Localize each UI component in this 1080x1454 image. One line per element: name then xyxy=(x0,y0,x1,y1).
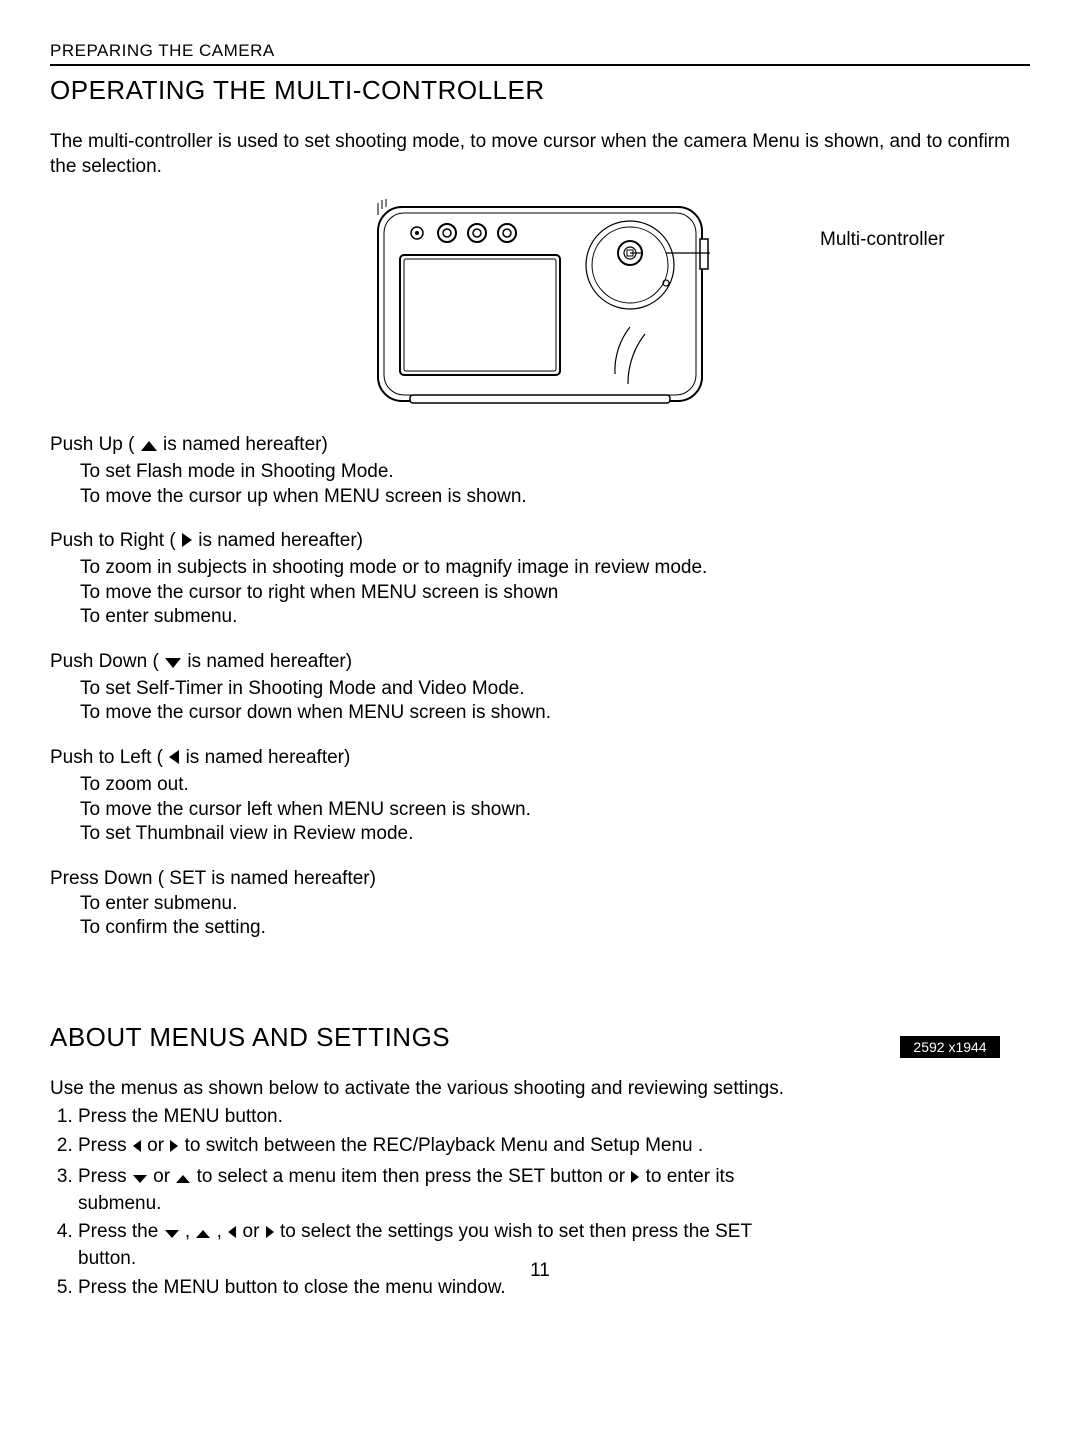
text: Press xyxy=(78,1135,132,1156)
text: To confirm the setting. xyxy=(80,916,1030,941)
down-arrow-icon xyxy=(164,652,182,677)
text: To set Thumbnail view in Review mode. xyxy=(80,822,1030,847)
text: Push to Left ( xyxy=(50,747,168,768)
page-title-1: OPERATING THE MULTI-CONTROLLER xyxy=(50,74,1030,108)
right-arrow-icon xyxy=(265,1222,275,1247)
text: or xyxy=(153,1166,175,1187)
text: To move the cursor down when MENU screen… xyxy=(80,701,1030,726)
up-arrow-icon xyxy=(195,1222,211,1247)
text: or xyxy=(243,1221,265,1242)
right-arrow-icon xyxy=(169,1136,179,1161)
text: Push to Right ( xyxy=(50,530,181,551)
push-up-block: Push Up ( is named hereafter) To set Fla… xyxy=(50,433,1030,509)
text: To set Self-Timer in Shooting Mode and V… xyxy=(80,677,1030,702)
up-arrow-icon xyxy=(140,435,158,460)
resolution-badge: 2592 x1944 xyxy=(900,1036,1000,1058)
text: Push Down ( xyxy=(50,651,164,672)
push-right-block: Push to Right ( is named hereafter) To z… xyxy=(50,529,1030,630)
left-arrow-icon xyxy=(168,748,180,773)
callout-label: Multi-controller xyxy=(820,228,945,253)
section-header: PREPARING THE CAMERA xyxy=(50,40,1030,66)
text: to switch between the REC/Playback Menu … xyxy=(185,1135,704,1156)
page-number: 11 xyxy=(0,1259,1080,1284)
text: , xyxy=(185,1221,196,1242)
text: To zoom in subjects in shooting mode or … xyxy=(80,556,1030,581)
text: , xyxy=(217,1221,228,1242)
text: To set Flash mode in Shooting Mode. xyxy=(80,460,1030,485)
text: Use the menus as shown below to activate… xyxy=(50,1077,1030,1102)
page-title-2: ABOUT MENUS AND SETTINGS xyxy=(50,1021,1030,1055)
down-arrow-icon xyxy=(164,1222,180,1247)
step-1: Press the MENU button. xyxy=(78,1105,758,1130)
text: to select a menu item then press the SET… xyxy=(197,1166,631,1187)
text: is named hereafter) xyxy=(198,530,363,551)
text: is named hereafter) xyxy=(163,434,328,455)
press-set-block: Press Down ( SET is named hereafter) To … xyxy=(50,867,1030,941)
text: To enter submenu. xyxy=(80,605,1030,630)
camera-figure: Multi-controller xyxy=(50,199,1030,419)
right-arrow-icon xyxy=(181,531,193,556)
push-left-block: Push to Left ( is named hereafter) To zo… xyxy=(50,746,1030,847)
left-arrow-icon xyxy=(132,1136,142,1161)
text: Press xyxy=(78,1166,132,1187)
up-arrow-icon xyxy=(175,1167,191,1192)
right-arrow-icon xyxy=(630,1167,640,1192)
down-arrow-icon xyxy=(132,1167,148,1192)
push-down-block: Push Down ( is named hereafter) To set S… xyxy=(50,650,1030,726)
text: To move the cursor to right when MENU sc… xyxy=(80,581,1030,606)
camera-illustration xyxy=(370,199,710,409)
left-arrow-icon xyxy=(227,1222,237,1247)
step-3: Press or to select a menu item then pres… xyxy=(78,1165,758,1216)
step-2: Press or to switch between the REC/Playb… xyxy=(78,1134,758,1161)
text: Press Down ( SET is named hereafter) xyxy=(50,867,1030,892)
intro-text: The multi-controller is used to set shoo… xyxy=(50,130,1030,179)
text: is named hereafter) xyxy=(187,651,352,672)
text: is named hereafter) xyxy=(186,747,351,768)
text: To move the cursor up when MENU screen i… xyxy=(80,485,1030,510)
text: To zoom out. xyxy=(80,773,1030,798)
text: or xyxy=(147,1135,169,1156)
text: To move the cursor left when MENU screen… xyxy=(80,798,1030,823)
text: Press the xyxy=(78,1221,164,1242)
text: Push Up ( xyxy=(50,434,140,455)
text: To enter submenu. xyxy=(80,892,1030,917)
manual-page: PREPARING THE CAMERA OPERATING THE MULTI… xyxy=(0,0,1080,1454)
